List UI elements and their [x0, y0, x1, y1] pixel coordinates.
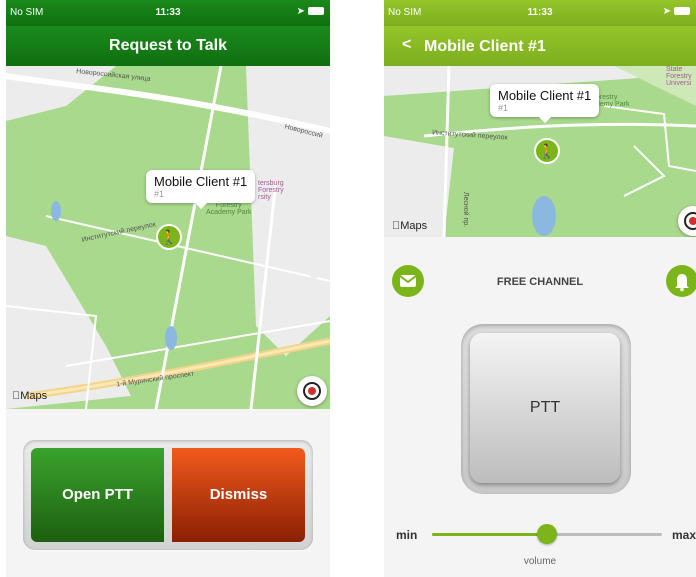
action-buttons: Open PTT Dismiss: [23, 440, 313, 550]
client-callout[interactable]: Mobile Client #1 #1: [146, 170, 256, 209]
clock-label: 11:33: [155, 7, 181, 18]
map-view[interactable]: Институтский переулок Лесной пр. orestry…: [384, 66, 696, 237]
status-bar: No SIM 11:33 ➤: [6, 0, 330, 26]
clock-label: 11:33: [527, 7, 553, 18]
walking-person-icon[interactable]: 🚶: [156, 224, 182, 250]
volume-label: volume: [523, 556, 557, 567]
client-callout[interactable]: Mobile Client #1 #1: [490, 84, 600, 123]
page-title: Mobile Client #1: [424, 38, 546, 55]
open-ptt-button[interactable]: Open PTT: [31, 448, 164, 542]
nav-bar: Request to Talk: [6, 26, 330, 66]
street-label: Лесной пр.: [462, 191, 470, 228]
maps-logo: Maps: [12, 390, 47, 402]
maps-logo: Maps: [392, 220, 427, 232]
dismiss-button[interactable]: Dismiss: [172, 448, 305, 542]
park-label: Forestry Academy Park: [206, 202, 252, 216]
callout-subtitle: #1: [498, 103, 509, 113]
callout-title: Mobile Client #1: [154, 174, 248, 189]
ptt-well: PTT: [461, 324, 631, 494]
map-view[interactable]: Новороссийская улица Новороссий 1-й Мури…: [6, 66, 330, 409]
volume-slider-thumb[interactable]: [537, 524, 557, 544]
location-target-icon[interactable]: [297, 376, 327, 406]
callout-subtitle: #1: [154, 189, 165, 199]
nav-bar: < Mobile Client #1: [384, 26, 696, 66]
university-label: State Forestry Universi: [666, 66, 692, 87]
battery-icon: ➤: [297, 6, 324, 17]
back-chevron-icon[interactable]: <: [402, 36, 411, 54]
walking-person-icon[interactable]: 🚶: [534, 138, 560, 164]
status-bar: No SIM 11:33 ➤: [384, 0, 696, 26]
volume-slider[interactable]: [432, 524, 662, 544]
request-to-talk-screen: No SIM 11:33 ➤ Request to Talk Новоросси…: [6, 0, 330, 577]
volume-max-label: max: [672, 528, 696, 542]
park-label: orestry demy Park: [596, 94, 630, 108]
page-title: Request to Talk: [109, 37, 227, 54]
volume-slider-fill: [432, 533, 547, 536]
volume-min-label: min: [396, 528, 418, 542]
university-label: tersburg Forestry rsity: [258, 180, 284, 201]
battery-icon: ➤: [663, 6, 690, 17]
callout-title: Mobile Client #1: [498, 88, 592, 103]
bell-icon[interactable]: [666, 265, 696, 297]
ptt-button[interactable]: PTT: [470, 333, 620, 483]
channel-status: FREE CHANNEL: [496, 276, 584, 288]
client-detail-screen: No SIM 11:33 ➤ < Mobile Client #1 Инстит…: [384, 0, 696, 577]
